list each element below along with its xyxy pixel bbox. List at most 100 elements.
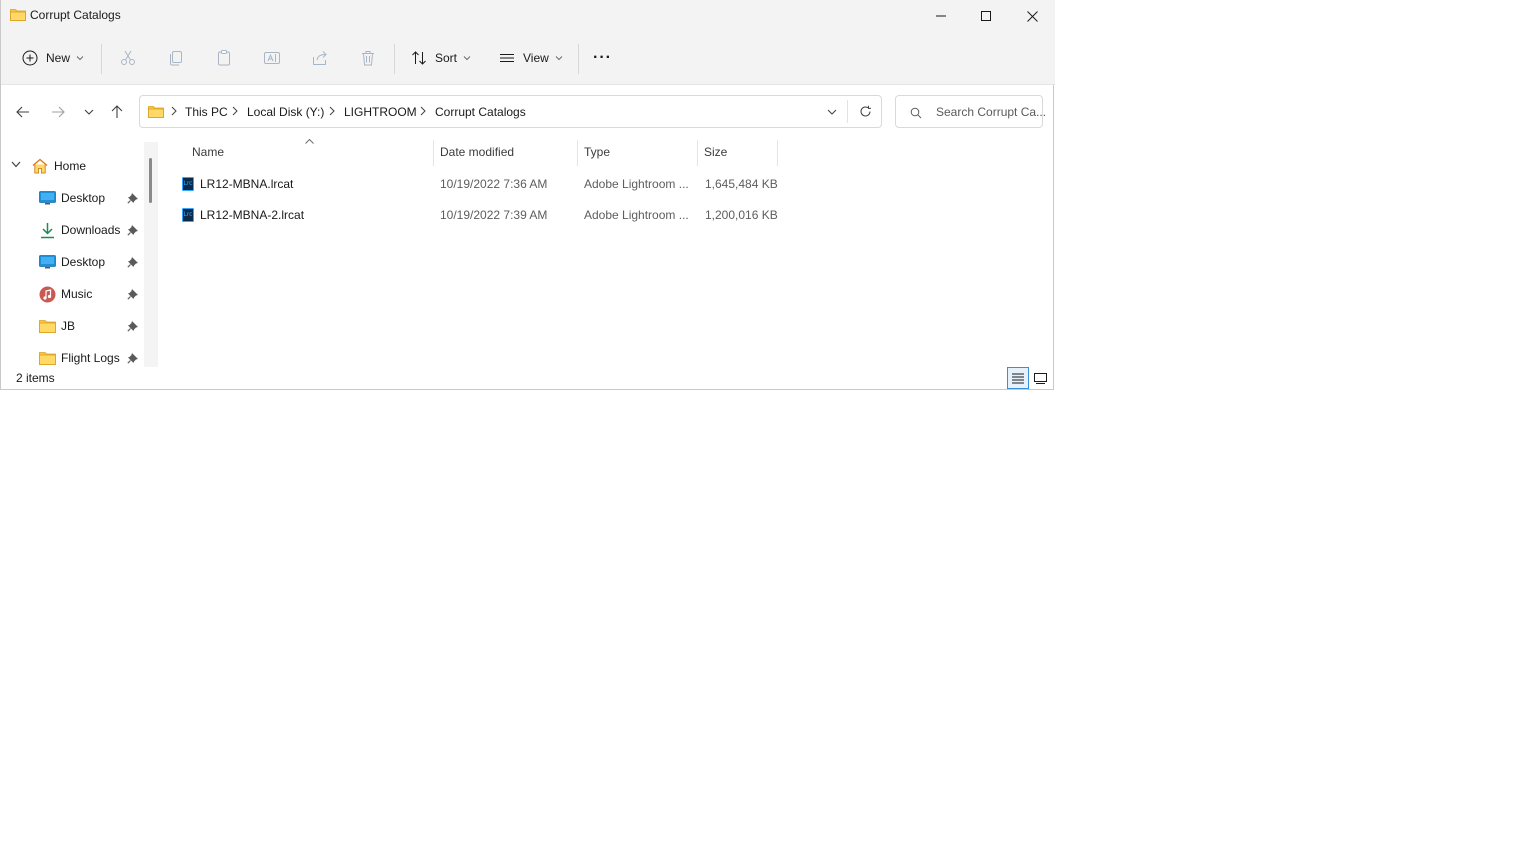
toolbar-separator — [101, 44, 102, 74]
delete-icon[interactable] — [359, 49, 377, 67]
sidebar-item-label: Downloads — [61, 223, 121, 237]
share-icon[interactable] — [311, 49, 329, 67]
toolbar-separator — [578, 44, 579, 74]
tiles-view-button[interactable] — [1029, 367, 1051, 389]
forward-button[interactable] — [47, 101, 69, 123]
address-bar[interactable]: This PC Local Disk (Y:) LIGHTROOM Corrup… — [139, 95, 882, 128]
column-header-date[interactable]: Date modified — [440, 145, 514, 159]
pin-icon — [127, 257, 138, 268]
file-type: Adobe Lightroom ... — [584, 208, 689, 222]
pin-icon — [127, 193, 138, 204]
recent-locations-button[interactable] — [78, 101, 100, 123]
sidebar-item-label: Home — [54, 159, 87, 173]
chevron-down-icon — [555, 56, 563, 61]
cut-icon[interactable] — [119, 49, 137, 67]
pin-icon — [127, 289, 138, 300]
folder-icon — [39, 352, 56, 365]
file-name[interactable]: LR12-MBNA.lrcat — [200, 177, 293, 191]
back-button[interactable] — [12, 101, 34, 123]
details-view-button[interactable] — [1007, 367, 1029, 389]
chevron-right-icon — [232, 106, 238, 116]
sort-ascending-icon — [305, 139, 314, 144]
file-explorer-window: Corrupt Catalogs New Sort View ··· This … — [0, 0, 1055, 390]
pin-icon — [127, 225, 138, 236]
arrow-left-icon — [16, 106, 29, 118]
file-name[interactable]: LR12-MBNA-2.lrcat — [200, 208, 304, 222]
search-icon — [910, 107, 922, 119]
search-box[interactable]: Search Corrupt Ca... — [895, 95, 1046, 128]
arrow-right-icon — [52, 106, 65, 118]
address-divider — [847, 100, 848, 123]
sidebar-item-home[interactable]: Home — [31, 156, 86, 176]
downloads-icon — [41, 222, 54, 238]
close-icon — [1026, 10, 1038, 22]
music-icon — [39, 286, 56, 302]
view-button[interactable]: View — [499, 44, 563, 72]
chevron-right-icon — [420, 106, 426, 116]
maximize-button[interactable] — [963, 0, 1009, 32]
details-view-icon — [1012, 373, 1024, 383]
pin-icon — [127, 321, 138, 332]
file-size: 1,200,016 KB — [705, 208, 778, 222]
refresh-icon[interactable] — [859, 105, 872, 118]
minimize-button[interactable] — [918, 0, 964, 32]
sidebar-item-music[interactable]: Music — [39, 284, 92, 304]
breadcrumb-this-pc[interactable]: This PC — [185, 105, 228, 119]
sidebar-item-jb[interactable]: JB — [39, 316, 75, 336]
sidebar-item-flight-logs[interactable]: Flight Logs — [39, 348, 120, 368]
column-divider[interactable] — [577, 140, 578, 166]
copy-icon[interactable] — [167, 49, 185, 67]
column-header-name[interactable]: Name — [192, 145, 224, 159]
desktop-icon — [39, 191, 56, 205]
file-type: Adobe Lightroom ... — [584, 177, 689, 191]
lightroom-catalog-icon: Lrc — [182, 208, 194, 222]
sidebar-item-label: Flight Logs — [61, 351, 120, 365]
file-size: 1,645,484 KB — [705, 177, 778, 191]
file-date: 10/19/2022 7:36 AM — [440, 177, 548, 191]
add-circle-icon — [22, 50, 38, 66]
breadcrumb-corrupt-catalogs[interactable]: Corrupt Catalogs — [435, 105, 526, 119]
chevron-right-icon — [329, 106, 335, 116]
column-divider[interactable] — [433, 140, 434, 166]
chevron-down-icon — [84, 109, 94, 115]
maximize-icon — [981, 11, 991, 21]
new-button[interactable]: New — [22, 44, 84, 72]
rename-icon[interactable] — [263, 49, 281, 67]
sidebar-item-desktop-2[interactable]: Desktop — [39, 252, 105, 272]
column-divider[interactable] — [777, 140, 778, 166]
column-divider[interactable] — [697, 140, 698, 166]
sidebar-item-desktop[interactable]: Desktop — [39, 188, 105, 208]
sidebar-item-downloads[interactable]: Downloads — [39, 220, 120, 240]
close-button[interactable] — [1009, 0, 1055, 32]
sort-button[interactable]: Sort — [411, 44, 471, 72]
more-options-button[interactable]: ··· — [593, 44, 612, 72]
pin-icon — [127, 353, 138, 364]
title-bar[interactable]: Corrupt Catalogs — [1, 0, 1055, 32]
new-label: New — [46, 51, 71, 65]
up-button[interactable] — [106, 101, 128, 123]
sidebar-item-label: Desktop — [61, 255, 106, 269]
breadcrumb-local-disk[interactable]: Local Disk (Y:) — [247, 105, 324, 119]
chevron-down-icon[interactable] — [11, 161, 21, 168]
window-title: Corrupt Catalogs — [30, 8, 121, 22]
home-icon — [32, 158, 48, 174]
arrow-up-icon — [111, 105, 123, 118]
folder-icon — [10, 9, 26, 21]
breadcrumb-lightroom[interactable]: LIGHTROOM — [344, 105, 417, 119]
column-header-size[interactable]: Size — [704, 145, 727, 159]
search-input[interactable]: Search Corrupt Ca... — [936, 105, 1046, 119]
toolbar-separator — [394, 44, 395, 74]
chevron-right-icon — [171, 106, 177, 116]
scrollbar-thumb[interactable] — [149, 158, 152, 203]
paste-icon[interactable] — [215, 49, 233, 67]
navigation-scrollbar[interactable] — [144, 142, 158, 367]
chevron-down-icon — [76, 56, 84, 61]
sort-icon — [412, 51, 426, 65]
view-list-icon — [500, 54, 514, 62]
folder-icon — [39, 320, 56, 333]
sidebar-item-label: Music — [61, 287, 93, 301]
file-date: 10/19/2022 7:39 AM — [440, 208, 548, 222]
large-icons-view-icon — [1033, 372, 1047, 384]
column-header-type[interactable]: Type — [584, 145, 610, 159]
address-history-chevron-icon[interactable] — [827, 109, 837, 115]
